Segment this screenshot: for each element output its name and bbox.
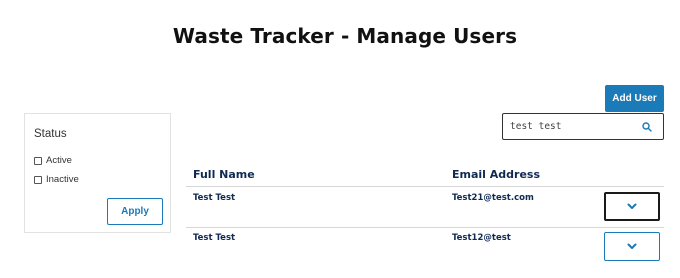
header-divider — [186, 186, 664, 187]
row-expand-button[interactable] — [604, 232, 660, 261]
column-header-email: Email Address — [452, 168, 541, 181]
search-icon[interactable] — [642, 122, 652, 132]
filter-title: Status — [34, 128, 67, 140]
chevron-down-icon — [627, 203, 637, 209]
filter-option-label: Inactive — [46, 174, 79, 185]
chevron-down-icon — [627, 243, 637, 249]
add-user-button[interactable]: Add User — [605, 85, 664, 112]
cell-full-name: Test Test — [193, 233, 236, 243]
search-box — [502, 113, 664, 140]
search-input[interactable] — [503, 114, 633, 139]
cell-email: Test12@test — [452, 233, 511, 243]
row-expand-button[interactable] — [604, 192, 660, 221]
filter-option-inactive[interactable]: Inactive — [34, 174, 79, 185]
filter-option-active[interactable]: Active — [34, 155, 72, 166]
active-checkbox[interactable] — [34, 156, 42, 165]
column-header-full-name: Full Name — [193, 168, 255, 181]
page-title: Waste Tracker - Manage Users — [172, 24, 518, 48]
row-divider — [186, 227, 664, 228]
inactive-checkbox[interactable] — [34, 175, 42, 184]
status-filter-panel: Status Active Inactive Apply — [24, 113, 171, 233]
cell-full-name: Test Test — [193, 193, 236, 203]
cell-email: Test21@test.com — [452, 193, 534, 203]
apply-button[interactable]: Apply — [107, 198, 163, 225]
filter-option-label: Active — [46, 155, 72, 166]
